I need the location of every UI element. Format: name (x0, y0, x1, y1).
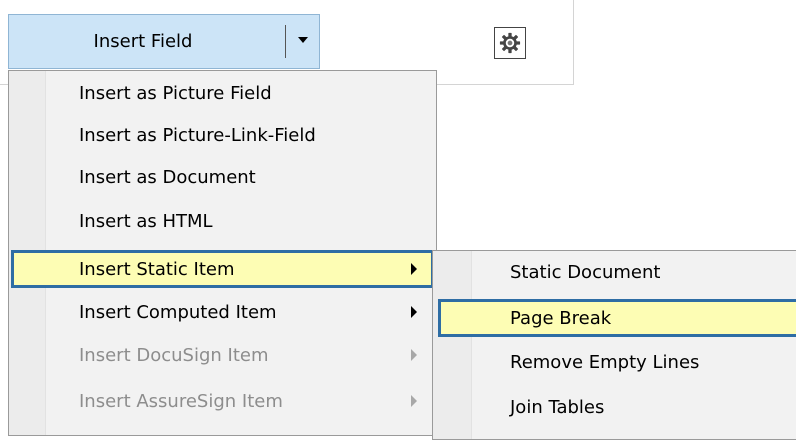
menu-item-insert-assuresign-item: Insert AssureSign Item (11, 382, 434, 420)
menu-item-insert-docusign-item: Insert DocuSign Item (11, 336, 434, 374)
insert-field-label: Insert Field (93, 31, 193, 52)
submenu-item-remove-empty-lines[interactable]: Remove Empty Lines (435, 343, 796, 381)
insert-field-split-button: Insert Field (8, 14, 320, 69)
submenu-item-join-tables[interactable]: Join Tables (435, 388, 796, 426)
chevron-right-icon (411, 263, 417, 275)
submenu-item-static-document[interactable]: Static Document (435, 253, 796, 291)
chevron-right-icon (411, 349, 417, 361)
insert-field-dropdown-menu: Insert as Picture Field Insert as Pictur… (8, 70, 437, 436)
menu-item-label: Insert as HTML (79, 210, 213, 232)
menu-item-label: Insert as Document (79, 166, 256, 188)
chevron-down-icon[interactable] (286, 15, 319, 68)
insert-field-button[interactable]: Insert Field (9, 15, 277, 68)
menu-item-label: Insert as Picture-Link-Field (79, 124, 316, 146)
menu-item-insert-picture-field[interactable]: Insert as Picture Field (11, 74, 434, 112)
submenu-item-label: Join Tables (510, 396, 605, 418)
settings-button[interactable] (494, 27, 526, 59)
menu-item-label: Insert AssureSign Item (79, 390, 283, 412)
submenu-item-label: Page Break (510, 307, 612, 329)
menu-item-insert-as-document[interactable]: Insert as Document (11, 158, 434, 196)
static-item-submenu: Static Document Page Break Remove Empty … (432, 250, 796, 440)
menu-item-insert-computed-item[interactable]: Insert Computed Item (11, 293, 434, 331)
menu-item-insert-picture-link-field[interactable]: Insert as Picture-Link-Field (11, 116, 434, 154)
menu-item-label: Insert Computed Item (79, 301, 277, 323)
submenu-item-label: Remove Empty Lines (510, 351, 700, 373)
chevron-right-icon (411, 395, 417, 407)
submenu-item-label: Static Document (510, 261, 661, 283)
menu-item-insert-as-html[interactable]: Insert as HTML (11, 202, 434, 240)
menu-item-label: Insert Static Item (79, 258, 235, 280)
menu-item-label: Insert DocuSign Item (79, 344, 269, 366)
menu-item-insert-static-item[interactable]: Insert Static Item (11, 250, 434, 288)
chevron-right-icon (411, 306, 417, 318)
gear-icon (499, 32, 521, 54)
menu-item-label: Insert as Picture Field (79, 82, 272, 104)
submenu-item-page-break[interactable]: Page Break (438, 299, 796, 337)
